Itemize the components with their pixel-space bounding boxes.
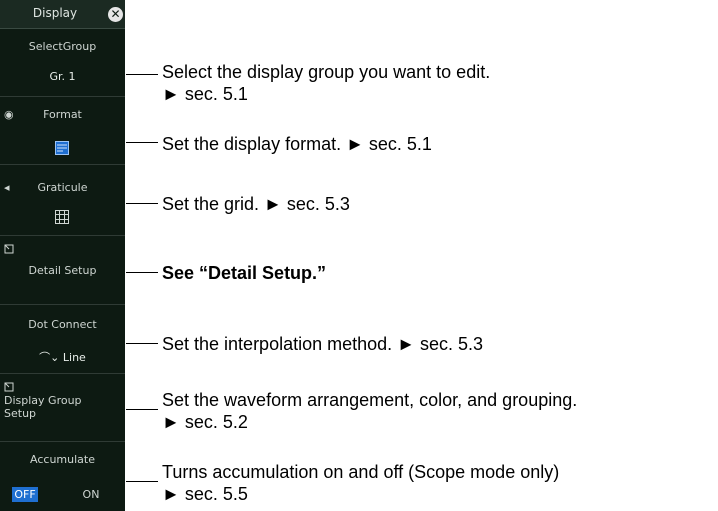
format-label: Format [43,108,82,121]
detail-setup-label: Detail Setup [28,264,97,277]
select-group-value: Gr. 1 [49,70,76,83]
accumulate-button[interactable]: Accumulate OFF ON [0,442,125,511]
annotation-text: Set the display format. ► sec. 5.1 [162,134,432,154]
connector-line [126,142,158,143]
annotation-reference: ► sec. 5.2 [162,412,248,432]
connector-line [126,203,158,204]
display-group-setup-button[interactable]: Display Group Setup [0,374,125,442]
annotation-graticule: Set the grid. ► sec. 5.3 [162,193,350,215]
annotation-accumulate: Turns accumulation on and off (Scope mod… [162,461,559,505]
annotation-format: Set the display format. ► sec. 5.1 [162,133,432,155]
accumulate-label: Accumulate [30,453,95,466]
format-icon [55,141,69,155]
connector-line [126,343,158,344]
annotation-text: Set the waveform arrangement, color, and… [162,390,578,410]
connector-line [126,409,158,410]
annotation-dot-connect: Set the interpolation method. ► sec. 5.3 [162,333,483,355]
line-wave-icon: ⌒⌄ [39,351,60,364]
annotation-text: Select the display group you want to edi… [162,62,491,82]
display-menu-panel: Display ✕ SelectGroup Gr. 1 ◉ Format ◂ G… [0,0,125,511]
connector-line [126,481,158,482]
accumulate-on-option[interactable]: ON [78,487,104,502]
select-group-button[interactable]: SelectGroup Gr. 1 [0,29,125,97]
grid-icon [55,210,69,224]
annotation-display-group-setup: Set the waveform arrangement, color, and… [162,389,577,433]
dot-connect-label: Dot Connect [28,318,97,331]
close-icon[interactable]: ✕ [108,7,123,22]
accumulate-off-option[interactable]: OFF [12,487,38,502]
display-group-setup-label-line2: Setup [4,407,37,420]
connector-line [126,272,158,273]
menu-title: Display [32,6,78,20]
annotation-reference: ► sec. 5.5 [162,484,248,504]
connector-line [126,74,158,75]
annotation-text: Set the interpolation method. ► sec. 5.3 [162,334,484,354]
annotation-text: Set the grid. ► sec. 5.3 [162,194,350,214]
menu-header: Display ✕ [0,0,125,29]
submenu-icon [4,244,14,254]
select-group-label: SelectGroup [28,40,97,53]
format-button[interactable]: ◉ Format [0,97,125,165]
dot-connect-button[interactable]: Dot Connect ⌒⌄ Line [0,305,125,374]
display-group-setup-label-line1: Display Group [4,394,82,407]
graticule-label: Graticule [37,181,88,194]
graticule-button[interactable]: ◂ Graticule [0,165,125,236]
annotation-select-group: Select the display group you want to edi… [162,61,490,105]
annotation-reference: ► sec. 5.1 [162,84,248,104]
annotation-text: See “Detail Setup.” [162,263,327,283]
submenu-icon [4,382,14,392]
dot-connect-value: ⌒⌄ Line [0,349,125,365]
dot-connect-value-text: Line [62,351,86,364]
annotation-text: Turns accumulation on and off (Scope mod… [162,462,560,482]
detail-setup-button[interactable]: Detail Setup [0,236,125,305]
annotation-detail-setup: See “Detail Setup.” [162,262,326,284]
